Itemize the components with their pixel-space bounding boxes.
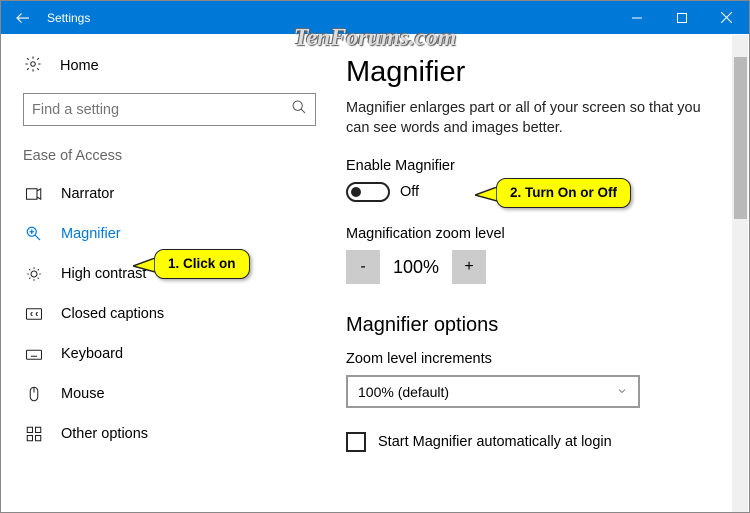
page-title: Magnifier: [346, 56, 749, 89]
autostart-checkbox-row[interactable]: Start Magnifier automatically at login: [346, 432, 749, 452]
increments-label: Zoom level increments: [346, 351, 749, 367]
sidebar-item-label: Narrator: [61, 186, 114, 202]
options-heading: Magnifier options: [346, 314, 749, 337]
back-button[interactable]: [1, 1, 45, 34]
sidebar-item-narrator[interactable]: Narrator: [23, 174, 314, 214]
magnifier-icon: [25, 225, 43, 243]
annotation-callout-1: 1. Click on: [154, 249, 250, 279]
increments-select[interactable]: 100% (default): [346, 375, 640, 408]
sidebar-item-label: Mouse: [61, 386, 105, 402]
search-icon: [291, 99, 307, 120]
minimize-button[interactable]: [614, 1, 659, 34]
scrollbar-thumb[interactable]: [734, 57, 747, 219]
sidebar-item-label: Closed captions: [61, 306, 164, 322]
enable-magnifier-toggle[interactable]: [346, 182, 390, 202]
sidebar-item-label: Other options: [61, 426, 148, 442]
zoom-increase-button[interactable]: +: [452, 250, 486, 284]
maximize-button[interactable]: [659, 1, 704, 34]
mouse-icon: [25, 385, 43, 403]
zoom-level-label: Magnification zoom level: [346, 226, 749, 242]
page-description: Magnifier enlarges part or all of your s…: [346, 99, 726, 138]
sidebar-item-magnifier[interactable]: Magnifier: [23, 214, 314, 254]
chevron-down-icon: [616, 384, 628, 400]
closed-captions-icon: [25, 305, 43, 323]
close-button[interactable]: [704, 1, 749, 34]
toggle-state-label: Off: [400, 184, 419, 200]
enable-magnifier-label: Enable Magnifier: [346, 158, 749, 174]
other-options-icon: [25, 425, 43, 443]
category-label: Ease of Access: [23, 148, 314, 164]
keyboard-icon: [25, 345, 43, 363]
sidebar-item-label: Magnifier: [61, 226, 121, 242]
zoom-value: 100%: [384, 257, 448, 278]
sidebar-item-other-options[interactable]: Other options: [23, 414, 314, 454]
zoom-decrease-button[interactable]: -: [346, 250, 380, 284]
annotation-callout-2: 2. Turn On or Off: [496, 178, 631, 208]
narrator-icon: [25, 185, 43, 203]
home-link[interactable]: Home: [24, 55, 314, 77]
autostart-label: Start Magnifier automatically at login: [378, 434, 612, 450]
increments-value: 100% (default): [358, 384, 449, 400]
search-input[interactable]: [32, 102, 291, 118]
sidebar-item-mouse[interactable]: Mouse: [23, 374, 314, 414]
window-title: Settings: [47, 11, 90, 25]
high-contrast-icon: [25, 265, 43, 283]
search-box[interactable]: [23, 93, 316, 126]
sidebar-item-closed-captions[interactable]: Closed captions: [23, 294, 314, 334]
titlebar: Settings: [1, 1, 749, 34]
sidebar-item-label: Keyboard: [61, 346, 123, 362]
gear-icon: [24, 55, 42, 77]
sidebar-item-keyboard[interactable]: Keyboard: [23, 334, 314, 374]
home-label: Home: [60, 58, 99, 74]
main-panel: Magnifier Magnifier enlarges part or all…: [326, 34, 749, 512]
autostart-checkbox[interactable]: [346, 432, 366, 452]
